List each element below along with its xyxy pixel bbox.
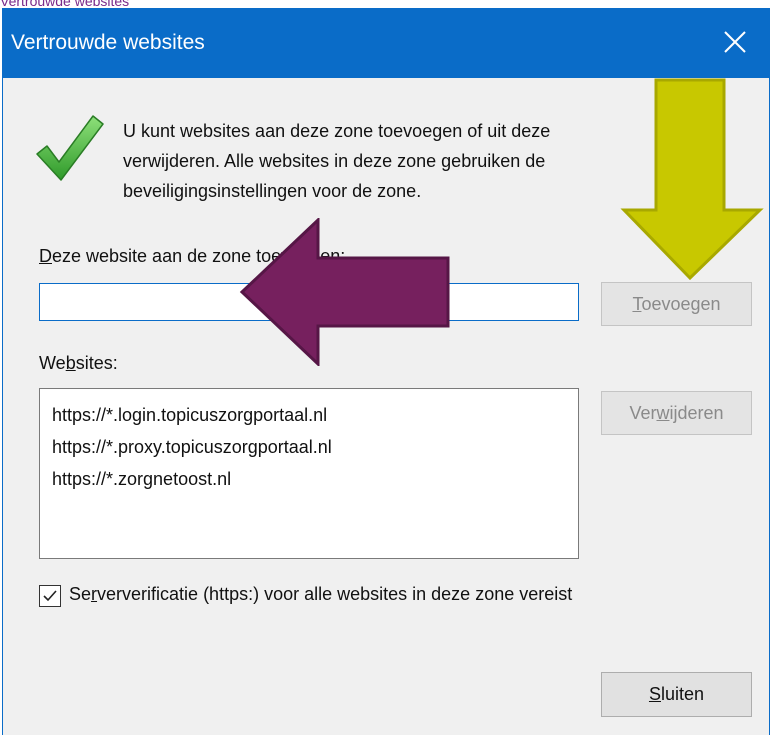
button-text: Ver: [629, 403, 657, 423]
zone-description: U kunt websites aan deze zone toevoegen …: [123, 116, 683, 206]
server-verification-checkbox[interactable]: [39, 585, 61, 607]
mnemonic: D: [39, 246, 52, 266]
top-caption: Vertrouwde websites: [0, 0, 130, 9]
yellow-down-arrow-annotation: [620, 78, 764, 280]
button-text: luiten: [660, 684, 705, 704]
websites-list[interactable]: https://*.login.topicuszorgportaal.nl ht…: [39, 388, 579, 559]
close-icon: [724, 31, 746, 53]
arrow-shape: [239, 218, 450, 366]
arrow-shape: [620, 78, 764, 280]
purple-left-arrow-annotation: [239, 218, 450, 366]
close-button[interactable]: Sluiten: [601, 672, 752, 717]
websites-label: Websites:: [39, 353, 118, 374]
title-bar[interactable]: Vertrouwde websites: [3, 8, 769, 78]
label-text: We: [39, 353, 66, 373]
screenshot-root: Vertrouwde websites Vertrouwde websites …: [0, 0, 770, 735]
description-line: verwijderen. Alle websites in deze zone …: [123, 151, 546, 171]
button-text: ijderen: [669, 403, 724, 423]
mnemonic: b: [65, 353, 76, 373]
close-window-button[interactable]: [699, 8, 769, 78]
checkmark-icon: [36, 115, 104, 181]
server-verification-label: Serververificatie (https:) voor alle web…: [69, 584, 572, 605]
website-list-item[interactable]: https://*.login.topicuszorgportaal.nl: [52, 399, 578, 431]
description-line: beveiligingsinstellingen voor de zone.: [123, 181, 422, 201]
button-text: oevoegen: [641, 294, 721, 314]
mnemonic: S: [648, 684, 661, 704]
label-text: Se: [69, 584, 92, 604]
add-button[interactable]: Toevoegen: [601, 282, 752, 326]
description-line: U kunt websites aan deze zone toevoegen …: [123, 121, 551, 141]
website-list-item[interactable]: https://*.proxy.topicuszorgportaal.nl: [52, 431, 578, 463]
check-mark-icon: [43, 590, 57, 602]
mnemonic: w: [656, 403, 670, 423]
dialog-title: Vertrouwde websites: [11, 31, 205, 54]
label-text: sites:: [75, 353, 118, 373]
remove-button[interactable]: Verwijderen: [601, 391, 752, 435]
website-list-item[interactable]: https://*.zorgnetoost.nl: [52, 463, 578, 495]
label-text: ververificatie (https:) voor alle websit…: [97, 584, 573, 604]
